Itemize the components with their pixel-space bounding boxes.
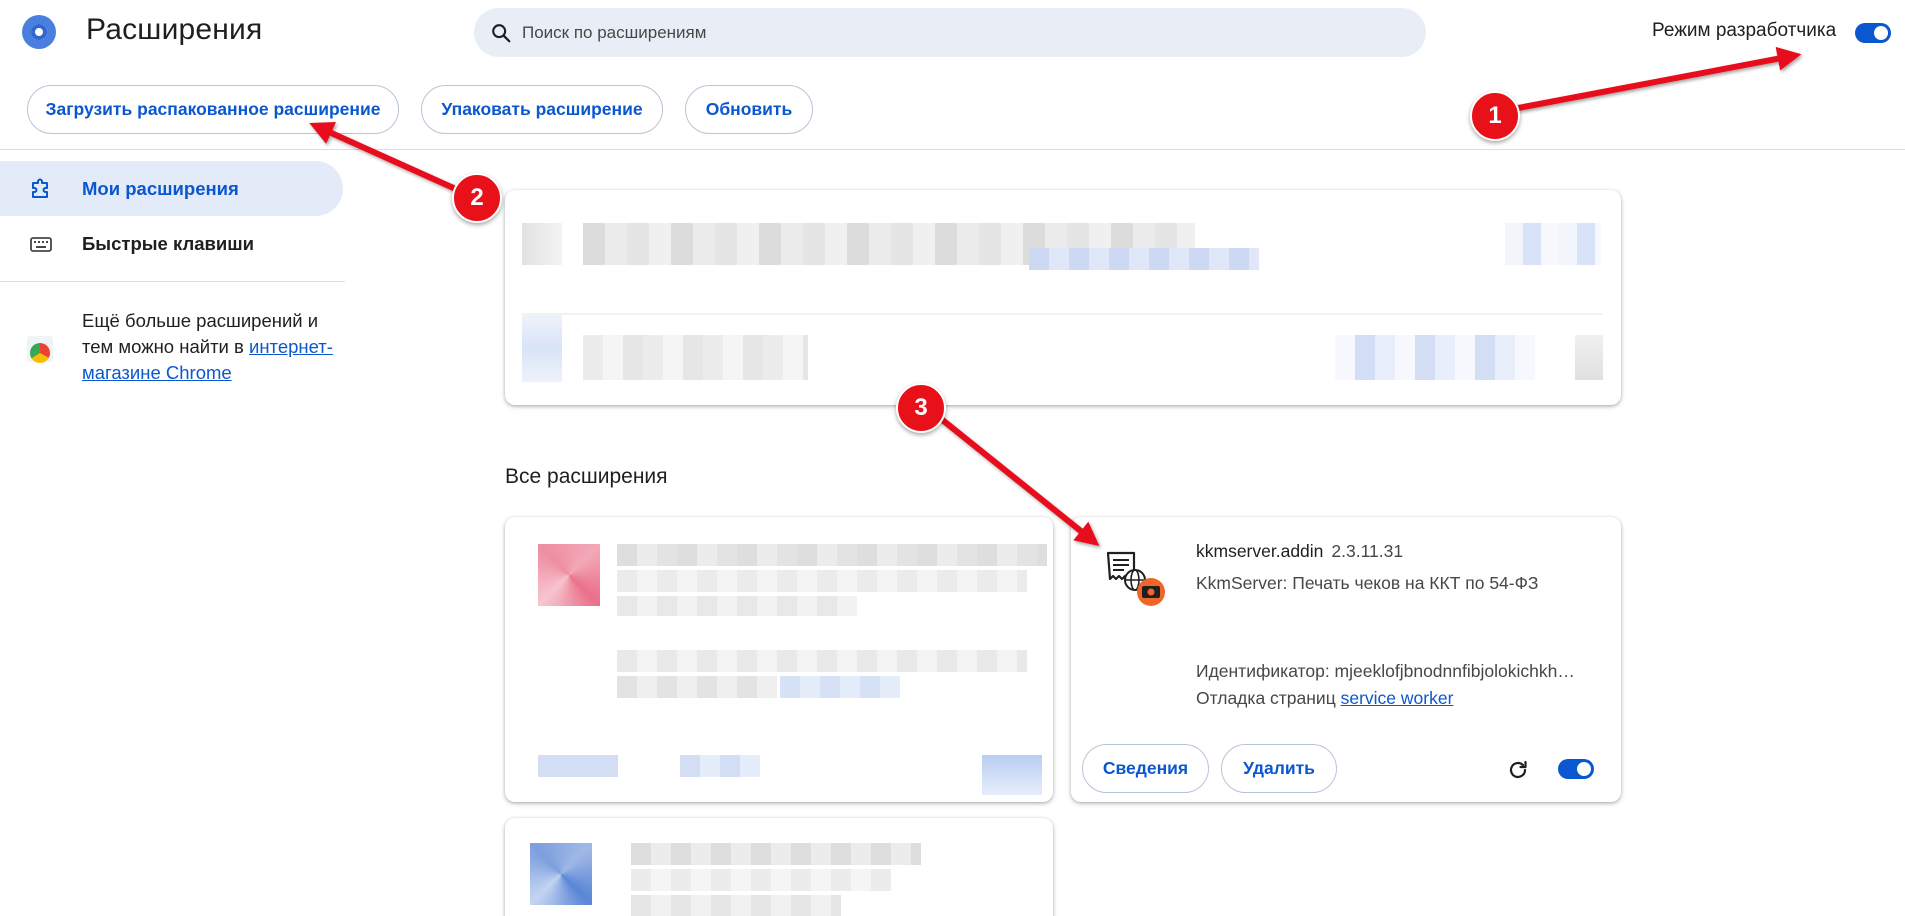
blurred-content <box>522 313 1602 315</box>
extension-description: KkmServer: Печать чеков на ККТ по 54-ФЗ <box>1196 573 1539 593</box>
extension-version: 2.3.11.31 <box>1331 541 1404 561</box>
blurred-content <box>631 895 841 916</box>
blurred-content <box>617 596 857 616</box>
sidebar-item-label: Мои расширения <box>82 177 239 199</box>
search-input[interactable] <box>522 22 1322 43</box>
extension-id: Идентификатор: mjeeklofjbnodnnfibjolokic… <box>1196 661 1575 681</box>
blurred-content <box>780 676 900 698</box>
web-store-promo: Ещё больше расширений и тем можно найти … <box>82 308 342 386</box>
developer-mode-toggle[interactable] <box>1855 23 1891 43</box>
pack-extension-button[interactable]: Упаковать расширение <box>421 85 663 134</box>
search-icon <box>492 23 511 42</box>
developer-mode-label: Режим разработчика <box>1652 20 1837 41</box>
blurred-content <box>1505 223 1601 265</box>
receipt-printer-icon <box>1106 551 1165 606</box>
extension-card-kkmserver: kkmserver.addin 2.3.11.31 KkmServer: Печа… <box>1071 517 1621 802</box>
search-bar[interactable] <box>474 8 1426 57</box>
blurred-content <box>583 335 808 380</box>
blurred-content <box>631 843 921 865</box>
inspect-views: Отладка страниц service worker <box>1196 688 1453 709</box>
blurred-content <box>617 650 1027 672</box>
blurred-content <box>522 223 562 265</box>
extension-name: kkmserver.addin 2.3.11.31 <box>1196 541 1403 562</box>
annotation-badge-1: 1 <box>1470 91 1520 141</box>
sidebar-item-shortcuts[interactable]: Быстрые клавиши <box>0 216 343 271</box>
blurred-content <box>617 544 1047 566</box>
reload-icon[interactable] <box>1506 758 1530 782</box>
keyboard-icon <box>28 231 54 257</box>
blurred-content <box>1335 335 1535 380</box>
blurred-content <box>631 869 891 891</box>
blurred-content <box>522 315 562 382</box>
extension-enable-toggle[interactable] <box>1558 759 1594 779</box>
extension-name-text: kkmserver.addin <box>1196 541 1324 561</box>
details-button[interactable]: Сведения <box>1082 744 1209 793</box>
chrome-web-store-icon <box>27 336 53 363</box>
chrome-logo-icon <box>22 15 56 49</box>
load-unpacked-button[interactable]: Загрузить распакованное расширение <box>27 85 399 134</box>
blurred-content <box>982 755 1042 795</box>
page-title: Расширения <box>86 13 263 46</box>
blurred-content <box>1575 335 1603 380</box>
header-divider <box>0 149 1905 150</box>
sidebar-item-label: Быстрые клавиши <box>82 232 255 254</box>
extension-card-blurred <box>505 517 1053 802</box>
extensions-page: Расширения Режим разработчика Загрузить … <box>0 0 1905 916</box>
service-worker-link[interactable]: service worker <box>1341 688 1454 708</box>
annotation-badge-3: 3 <box>896 383 946 433</box>
blurred-content <box>1029 248 1259 270</box>
extension-card-blurred <box>505 818 1053 916</box>
blurred-content <box>617 570 1027 592</box>
annotation-badge-2: 2 <box>452 173 502 223</box>
extension-card-blurred <box>505 190 1621 405</box>
sidebar-item-my-extensions[interactable]: Мои расширения <box>0 161 343 216</box>
inspect-views-label: Отладка страниц <box>1196 688 1336 708</box>
blurred-content <box>538 755 618 777</box>
remove-button[interactable]: Удалить <box>1221 744 1337 793</box>
sidebar-divider <box>0 281 345 282</box>
update-button[interactable]: Обновить <box>685 85 813 134</box>
section-title: Все расширения <box>505 465 668 488</box>
blurred-content <box>680 755 760 777</box>
blurred-icon <box>538 544 600 606</box>
blurred-content <box>617 676 777 698</box>
puzzle-icon <box>28 176 54 202</box>
blurred-icon <box>530 843 592 905</box>
